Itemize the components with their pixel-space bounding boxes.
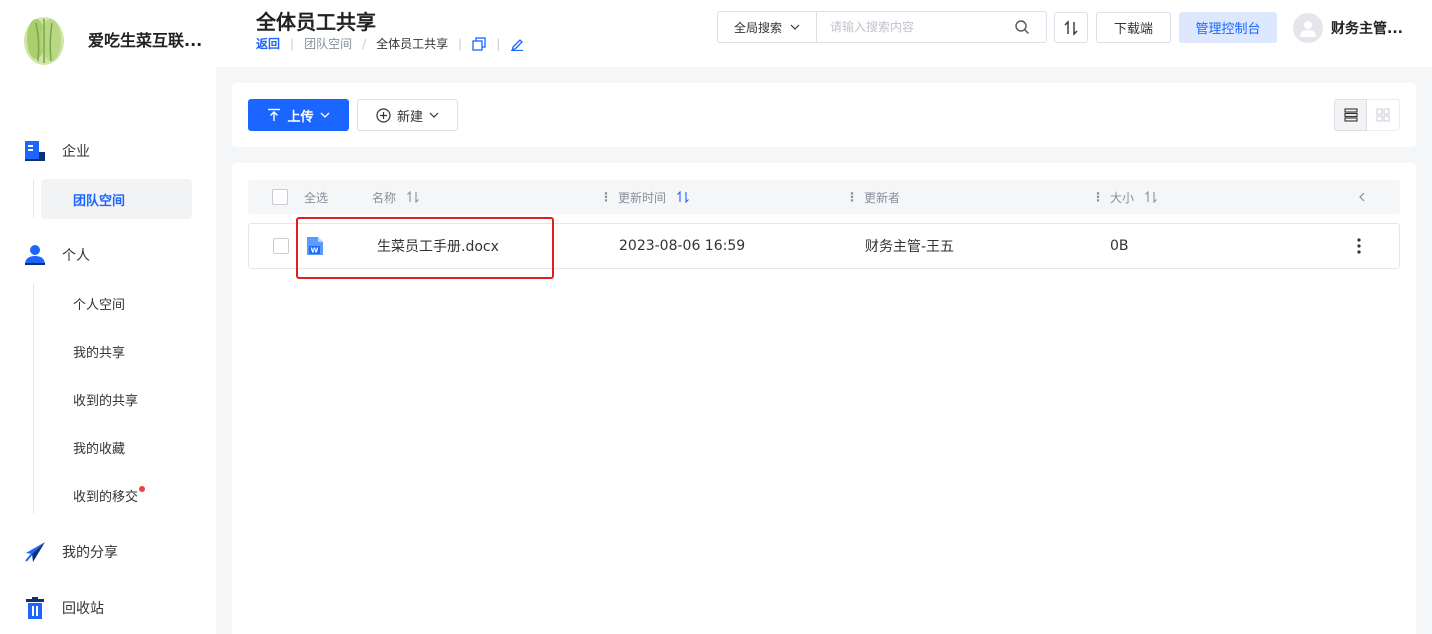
nav-divider (33, 284, 34, 514)
column-updated[interactable]: ⋮ 更新时间 (600, 180, 690, 214)
download-client-button[interactable]: 下载端 (1096, 12, 1171, 43)
user-name: 财务主管... (1331, 21, 1403, 37)
breadcrumb: 返回 | 团队空间 / 全体员工共享 | | (256, 35, 524, 52)
admin-console-button[interactable]: 管理控制台 (1179, 12, 1277, 43)
svg-text:W: W (311, 247, 319, 255)
nav-divider (33, 180, 34, 218)
nav-group-enterprise[interactable]: 企业 (0, 140, 216, 162)
file-size: 0B (1110, 238, 1129, 254)
row-checkbox[interactable] (273, 238, 289, 254)
breadcrumb-divider: | (458, 36, 463, 51)
sort-icon[interactable] (676, 191, 690, 203)
more-actions-button[interactable] (1357, 224, 1361, 268)
list-view-button[interactable] (1334, 99, 1367, 131)
breadcrumb-divider: | (496, 36, 501, 51)
column-updater-label: 更新者 (864, 190, 901, 205)
column-name[interactable]: 名称 (372, 180, 420, 214)
notification-dot (139, 486, 146, 492)
breadcrumb-divider: | (290, 36, 295, 51)
collapse-columns-button[interactable] (1358, 180, 1366, 214)
building-icon (25, 141, 45, 161)
nav-group-my-share[interactable]: 我的分享 (0, 541, 216, 563)
sidebar-item-received-transfers[interactable]: 收到的移交 (41, 475, 192, 515)
sidebar-item-my-shares[interactable]: 我的共享 (41, 331, 192, 371)
column-updater[interactable]: ⋮ 更新者 (846, 180, 900, 214)
search-input[interactable] (817, 12, 1014, 42)
grid-view-icon (1376, 108, 1390, 122)
select-all-checkbox[interactable] (272, 189, 288, 205)
sidebar-item-personal-space[interactable]: 个人空间 (41, 283, 192, 323)
word-file-icon: W (306, 224, 324, 268)
sidebar-item-label: 收到的移交 (73, 489, 139, 505)
edit-icon[interactable] (510, 37, 524, 51)
file-updated-time: 2023-08-06 16:59 (619, 238, 746, 254)
select-all-checkbox-wrap[interactable] (272, 180, 288, 214)
paper-plane-icon (25, 542, 45, 562)
back-link[interactable]: 返回 (256, 35, 280, 52)
nav-recycle-label: 回收站 (62, 601, 104, 617)
chevron-down-icon (320, 112, 329, 118)
sidebar-item-team-space[interactable]: 团队空间 (41, 179, 192, 219)
file-name[interactable]: 生菜员工手册.docx (377, 224, 499, 268)
breadcrumb-current: 全体员工共享 (376, 37, 449, 51)
search-box: 全局搜索 (717, 11, 1047, 43)
brand-logo (16, 11, 72, 67)
search-icon[interactable] (1014, 19, 1030, 35)
breadcrumb-parent[interactable]: 团队空间 (304, 35, 352, 52)
search-scope-dropdown[interactable]: 全局搜索 (718, 12, 817, 42)
page-title: 全体员工共享 (256, 10, 376, 34)
user-menu[interactable]: 财务主管... (1293, 13, 1403, 43)
file-updater: 财务主管-王五 (865, 239, 955, 255)
header: 全体员工共享 返回 | 团队空间 / 全体员工共享 | | 全局搜索 请输入搜索… (216, 0, 1432, 67)
select-all-label: 全选 (304, 190, 329, 205)
new-button[interactable]: 新建 (357, 99, 458, 131)
search-scope-label: 全局搜索 (733, 20, 782, 35)
toolbar: 上传 新建 (232, 83, 1416, 147)
sidebar-item-my-favorites[interactable]: 我的收藏 (41, 427, 192, 467)
row-checkbox-wrap[interactable] (273, 224, 289, 268)
user-icon (25, 245, 45, 265)
list-view-icon (1343, 108, 1358, 122)
nav-my-share-label: 我的分享 (62, 545, 118, 561)
nav-personal-label: 个人 (62, 248, 90, 264)
nav-enterprise-label: 企业 (62, 144, 90, 160)
breadcrumb-separator: / (362, 36, 367, 51)
column-size[interactable]: ⋮ 大小 (1092, 180, 1158, 214)
new-label: 新建 (396, 109, 423, 125)
chevron-down-icon (790, 24, 800, 30)
column-resize-handle[interactable]: ⋮ (1092, 190, 1104, 204)
brand-name: 爱吃生菜互联... (88, 31, 203, 50)
column-size-label: 大小 (1110, 190, 1135, 205)
column-updated-label: 更新时间 (618, 190, 667, 205)
sort-icon[interactable] (1144, 191, 1158, 203)
upload-button[interactable]: 上传 (248, 99, 349, 131)
column-resize-handle[interactable]: ⋮ (846, 190, 858, 204)
copy-icon[interactable] (472, 36, 486, 51)
file-table: 全选 名称 ⋮ 更新时间 ⋮ 更新者 ⋮ 大小 W 生菜员工手册.docx 20… (232, 163, 1416, 634)
nav-group-recycle[interactable]: 回收站 (0, 597, 216, 619)
sort-button[interactable] (1054, 12, 1088, 43)
column-name-label: 名称 (372, 190, 397, 205)
sidebar: 爱吃生菜互联... 企业 团队空间 个人 个人空间 我的共享 收到的共享 我的收… (0, 0, 216, 634)
upload-label: 上传 (287, 109, 314, 125)
chevron-left-icon (1359, 192, 1365, 202)
sidebar-item-received-shares[interactable]: 收到的共享 (41, 379, 192, 419)
more-vertical-icon (1357, 238, 1361, 254)
plus-circle-icon (376, 107, 391, 123)
table-row[interactable]: W 生菜员工手册.docx 2023-08-06 16:59 财务主管-王五 0… (248, 223, 1400, 269)
upload-icon (268, 108, 281, 121)
nav-group-personal[interactable]: 个人 (0, 244, 216, 266)
view-toggle (1334, 99, 1400, 131)
trash-icon (26, 597, 44, 619)
grid-view-button[interactable] (1367, 99, 1400, 131)
table-header: 全选 名称 ⋮ 更新时间 ⋮ 更新者 ⋮ 大小 (248, 180, 1400, 214)
brand[interactable]: 爱吃生菜互联... (16, 11, 202, 67)
sort-icon (1064, 19, 1078, 36)
column-resize-handle[interactable]: ⋮ (600, 190, 612, 204)
avatar (1293, 13, 1323, 43)
chevron-down-icon (429, 112, 439, 118)
user-avatar-icon (1300, 21, 1316, 37)
sort-icon[interactable] (406, 191, 420, 203)
